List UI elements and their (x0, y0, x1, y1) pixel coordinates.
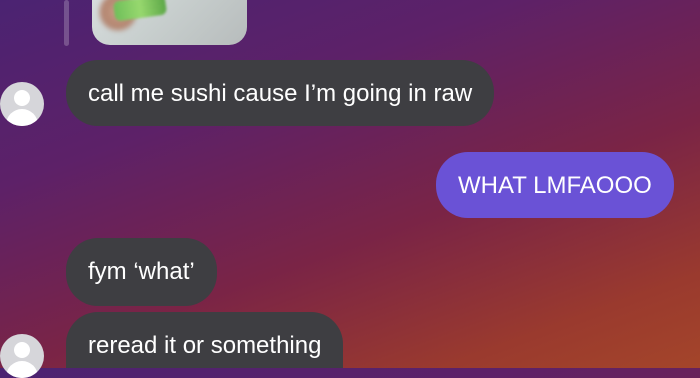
message-bubble-incoming[interactable]: reread it or something (66, 312, 344, 368)
sender-avatar-icon[interactable] (0, 334, 44, 378)
avatar-head-shape (14, 90, 30, 106)
reply-indicator-line (64, 0, 69, 46)
message-text: WHAT LMFAOOO (458, 172, 652, 199)
avatar-shoulders-shape (6, 109, 38, 126)
sender-avatar-icon[interactable] (0, 82, 44, 126)
message-text: fym ‘what’ (88, 258, 195, 285)
message-text: call me sushi cause I’m going in raw (88, 80, 473, 107)
message-bubble-incoming[interactable]: call me sushi cause I’m going in raw (66, 60, 495, 126)
photo-blurred-object (112, 0, 168, 22)
message-bubble-outgoing[interactable]: WHAT LMFAOOO (436, 152, 674, 218)
avatar-shoulders-shape (6, 361, 38, 378)
message-bubble-incoming[interactable]: fym ‘what’ (66, 238, 217, 306)
shared-photo-thumbnail[interactable] (92, 0, 247, 45)
avatar-head-shape (14, 342, 30, 358)
message-text: reread it or something (88, 332, 322, 359)
chat-thread: call me sushi cause I’m going in raw WHA… (0, 0, 700, 378)
